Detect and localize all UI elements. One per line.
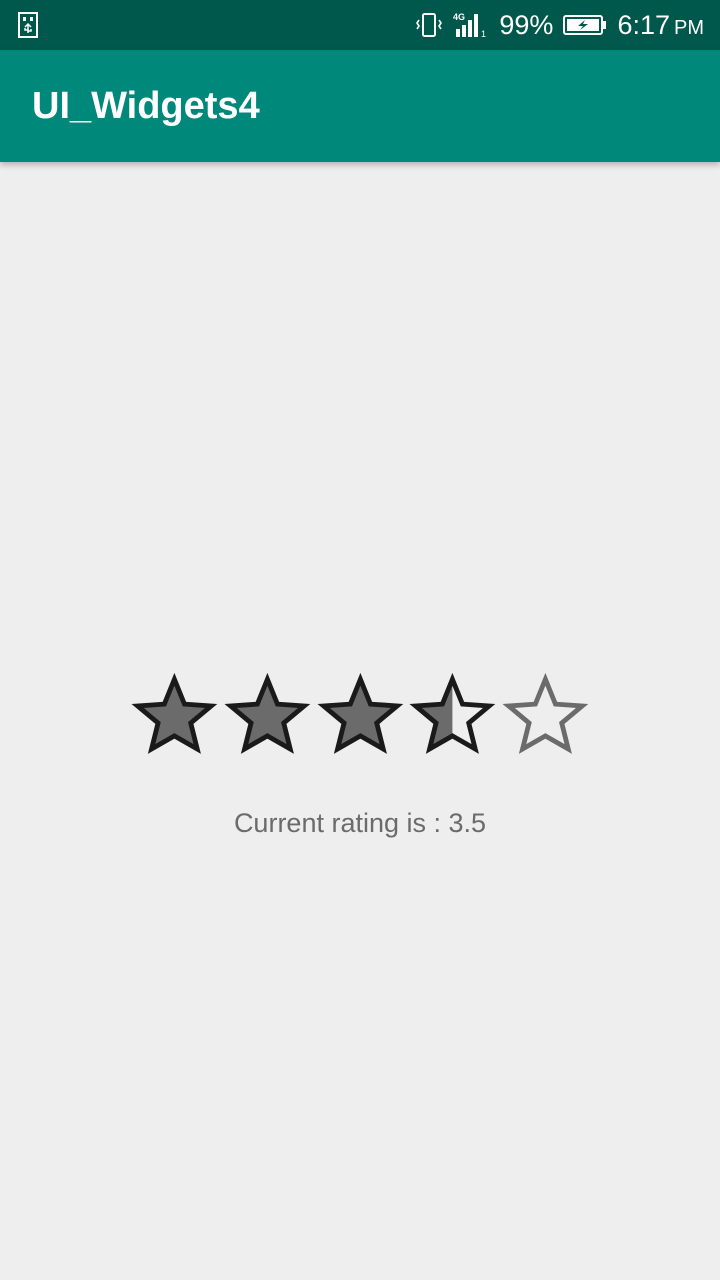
app-bar: UI_Widgets4 <box>0 50 720 162</box>
star-empty-icon[interactable] <box>499 668 592 764</box>
star-filled-icon[interactable] <box>128 668 221 764</box>
clock-time: 6:17 <box>617 9 670 40</box>
star-half-icon[interactable] <box>406 668 499 764</box>
star-filled-icon[interactable] <box>221 668 314 764</box>
app-title: UI_Widgets4 <box>32 85 260 127</box>
star-filled-icon[interactable] <box>314 668 407 764</box>
vibrate-icon <box>416 13 443 37</box>
clock-ampm: PM <box>674 16 704 39</box>
signal-4g-icon: 4G 1 <box>453 12 486 39</box>
battery-percent: 99% <box>499 9 554 40</box>
svg-text:4G: 4G <box>453 12 465 22</box>
clock: 6:17 PM <box>617 10 704 41</box>
status-bar: 4G 1 99% 6:17 PM <box>0 0 720 50</box>
svg-text:1: 1 <box>481 29 486 39</box>
rating-label: Current rating is : 3.5 <box>233 808 487 838</box>
usb-icon <box>18 12 38 38</box>
battery-charging-icon <box>563 15 607 35</box>
rating-bar[interactable] <box>120 668 600 764</box>
